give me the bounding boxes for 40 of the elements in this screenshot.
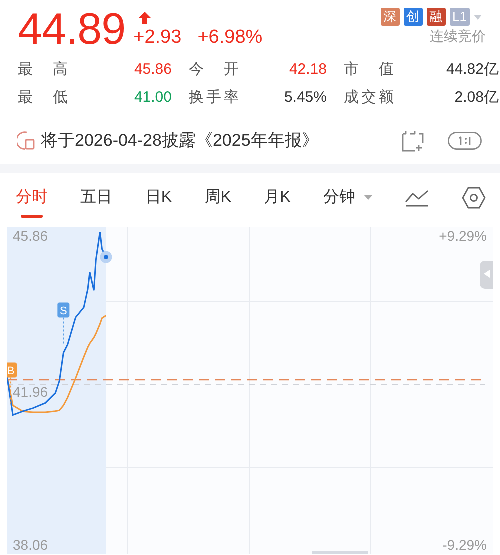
stat-label: 今 开: [189, 60, 239, 80]
stat-value: 5.45%: [283, 88, 327, 108]
stat-value: 42.18: [288, 60, 327, 80]
notice-icon: [17, 130, 37, 151]
scroll-indicator: [312, 550, 368, 554]
chart-tab[interactable]: 月K: [264, 176, 291, 220]
market-tag: L1: [450, 8, 470, 26]
axis-label: 38.06: [13, 536, 48, 552]
axis-label: -9.29%: [442, 536, 487, 552]
chart-tab[interactable]: 分时: [16, 176, 48, 220]
percent-change: +6.98%: [198, 26, 263, 50]
stat-value: 41.00: [133, 88, 172, 108]
stock-price: 44.89: [18, 8, 126, 52]
current-point: [100, 250, 112, 263]
settings-icon[interactable]: [462, 186, 486, 208]
market-tag: 深: [380, 8, 400, 26]
stat-label: 成交额: [344, 88, 394, 108]
stat-value: 44.82亿: [445, 60, 499, 80]
stat-value: 2.08亿: [454, 88, 499, 108]
interval-dropdown[interactable]: 分钟: [324, 176, 373, 220]
market-tag: 创: [404, 8, 423, 26]
stat-label: 换手率: [189, 88, 239, 108]
axis-label: 45.86: [13, 228, 48, 244]
caret-icon: [364, 195, 373, 200]
chart-tab[interactable]: 周K: [204, 176, 232, 220]
axis-label: +9.29%: [439, 228, 487, 244]
stat-label: 最 高: [18, 60, 68, 80]
trading-status: 连续竞价: [430, 27, 486, 46]
line-chart-icon[interactable]: [405, 188, 430, 206]
stat-label: 市 值: [344, 60, 394, 80]
stat-value: 45.86: [133, 60, 172, 80]
chart-tab[interactable]: 日K: [145, 176, 172, 220]
ratio-icon[interactable]: [448, 132, 482, 150]
notice-text[interactable]: 将于2026-04-28披露《2025年年报》: [41, 128, 319, 154]
collapse-handle[interactable]: [480, 260, 493, 288]
stat-label: 最 低: [18, 88, 68, 108]
add-widget-icon[interactable]: [402, 130, 424, 152]
chart-tab[interactable]: 五日: [80, 176, 113, 220]
price-change: +2.93: [134, 26, 182, 50]
market-tag: 融: [426, 8, 446, 26]
